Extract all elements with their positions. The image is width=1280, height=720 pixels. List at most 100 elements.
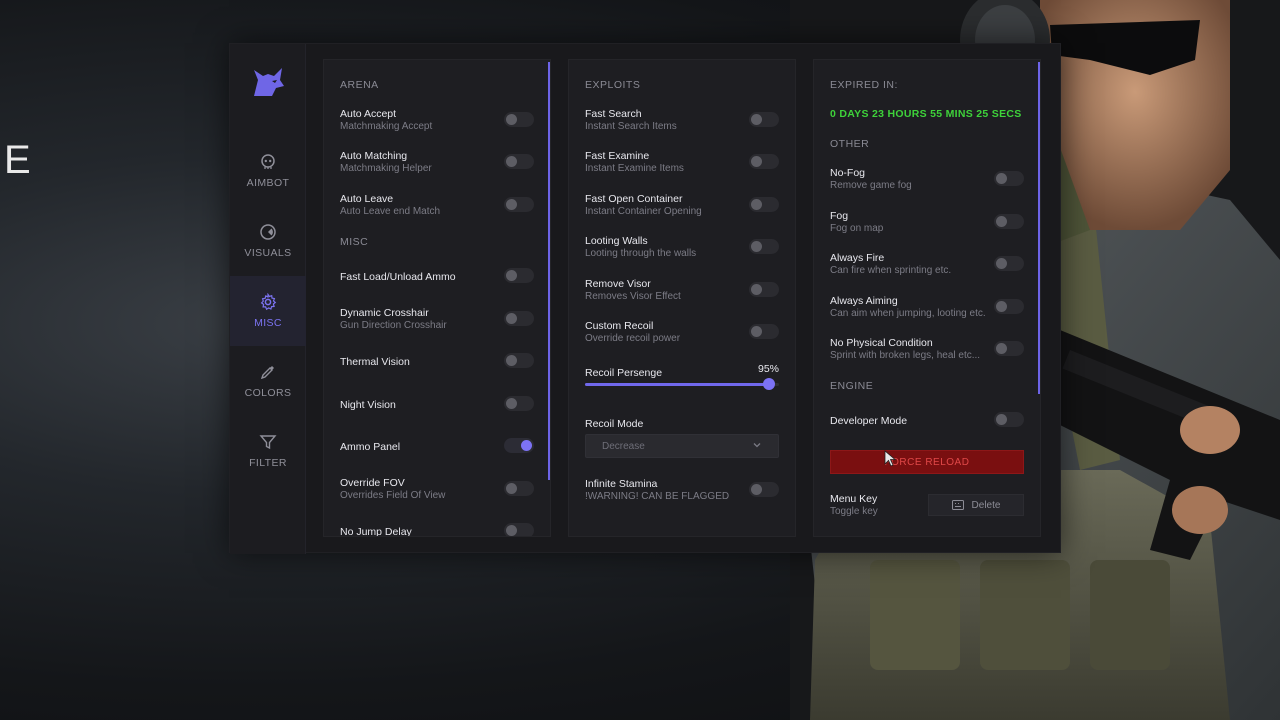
- toggle-always-fire[interactable]: [994, 256, 1024, 271]
- toggle-developer-mode[interactable]: [994, 412, 1024, 427]
- menu-key-button[interactable]: Delete: [928, 494, 1024, 516]
- toggle-knob: [506, 525, 517, 536]
- slider-track[interactable]: [585, 378, 779, 390]
- option-title: Override FOV: [340, 477, 405, 489]
- toggle-knob: [506, 483, 517, 494]
- toggle-knob: [751, 284, 762, 295]
- toggle-knob: [506, 114, 517, 125]
- slider-fill: [585, 383, 770, 386]
- toggle-night-vision[interactable]: [504, 396, 534, 411]
- option-no-jump-delay: No Jump Delay: [340, 519, 534, 537]
- toggle-fast-examine[interactable]: [749, 154, 779, 169]
- toggle-knob: [996, 258, 1007, 269]
- toggle-infinite-stamina[interactable]: [749, 482, 779, 497]
- option-title: No Jump Delay: [340, 526, 412, 537]
- toggle-no-fog[interactable]: [994, 171, 1024, 186]
- gear-icon: [260, 293, 277, 311]
- option-fast-load-ammo: Fast Load/Unload Ammo: [340, 264, 534, 294]
- option-custom-recoil: Custom Recoil Override recoil power: [585, 320, 779, 350]
- toggle-no-physical-condition[interactable]: [994, 341, 1024, 356]
- toggle-ammo-panel[interactable]: [504, 438, 534, 453]
- option-subtitle: Sprint with broken legs, heal etc...: [830, 350, 981, 361]
- toggle-looting-walls[interactable]: [749, 239, 779, 254]
- option-title: Auto Matching: [340, 150, 408, 162]
- toggle-knob: [751, 199, 762, 210]
- option-subtitle: Matchmaking Accept: [340, 121, 433, 132]
- option-subtitle: Instant Container Opening: [585, 206, 702, 217]
- toggle-knob: [506, 199, 517, 210]
- toggle-auto-accept[interactable]: [504, 112, 534, 127]
- toggle-always-aiming[interactable]: [994, 299, 1024, 314]
- recoil-mode-dropdown[interactable]: Decrease: [585, 434, 779, 458]
- toggle-knob: [996, 343, 1007, 354]
- option-subtitle: Overrides Field Of View: [340, 490, 446, 501]
- toggle-auto-leave[interactable]: [504, 197, 534, 212]
- skull-icon: [261, 154, 275, 169]
- nav-item-visuals[interactable]: VISUALS: [230, 206, 306, 276]
- option-subtitle: Removes Visor Effect: [585, 291, 681, 302]
- toggle-remove-visor[interactable]: [749, 282, 779, 297]
- nav-item-misc[interactable]: MISC: [230, 276, 306, 346]
- dropdown-value: Decrease: [602, 441, 645, 452]
- option-infinite-stamina: Infinite Stamina !WARNING! CAN BE FLAGGE…: [585, 478, 779, 508]
- sidebar: AIMBOT VISUALS MISC COLORS FILTER: [230, 44, 306, 554]
- toggle-knob: [751, 156, 762, 167]
- option-title: Dynamic Crosshair: [340, 307, 429, 319]
- toggle-knob: [996, 414, 1007, 425]
- toggle-thermal-vision[interactable]: [504, 353, 534, 368]
- option-fast-search: Fast Search Instant Search Items: [585, 108, 779, 138]
- toggle-knob: [751, 326, 762, 337]
- toggle-no-jump-delay[interactable]: [504, 523, 534, 536]
- toggle-fast-load-ammo[interactable]: [504, 268, 534, 283]
- option-developer-mode: Developer Mode: [830, 408, 1024, 438]
- expired-label: EXPIRED IN:: [830, 79, 898, 91]
- option-always-aiming: Always Aiming Can aim when jumping, loot…: [830, 295, 1024, 325]
- option-ammo-panel: Ammo Panel: [340, 434, 534, 464]
- arena-panel: ARENA Auto Accept Matchmaking Accept Aut…: [323, 59, 551, 537]
- toggle-knob: [506, 270, 517, 281]
- toggle-fast-open-container[interactable]: [749, 197, 779, 212]
- option-title: Custom Recoil: [585, 320, 654, 332]
- expiry-countdown: 0 DAYS 23 HOURS 55 MINS 25 SECS: [830, 108, 1022, 120]
- nav-label-visuals: VISUALS: [244, 247, 292, 259]
- toggle-fog[interactable]: [994, 214, 1024, 229]
- chevron-down-icon: [753, 443, 761, 448]
- slider-handle[interactable]: [763, 378, 776, 390]
- toggle-knob: [751, 241, 762, 252]
- force-reload-button[interactable]: FORCE RELOAD: [830, 450, 1024, 474]
- arena-scrollbar[interactable]: [548, 62, 550, 480]
- section-title-other: OTHER: [830, 138, 870, 150]
- option-subtitle: Looting through the walls: [585, 248, 697, 259]
- section-title-exploits: EXPLOITS: [585, 79, 641, 91]
- nav-item-filter[interactable]: FILTER: [230, 416, 306, 486]
- toggle-auto-matching[interactable]: [504, 154, 534, 169]
- nav-item-colors[interactable]: COLORS: [230, 346, 306, 416]
- toggle-custom-recoil[interactable]: [749, 324, 779, 339]
- option-subtitle: !WARNING! CAN BE FLAGGED: [585, 491, 730, 502]
- option-title: Fast Search: [585, 108, 642, 120]
- option-title: Always Aiming: [830, 295, 898, 307]
- option-always-fire: Always Fire Can fire when sprinting etc.: [830, 252, 1024, 282]
- option-title: Thermal Vision: [340, 356, 410, 368]
- menu-key-value: Delete: [971, 499, 1001, 511]
- option-fast-open-container: Fast Open Container Instant Container Op…: [585, 193, 779, 223]
- option-title: Night Vision: [340, 399, 396, 411]
- toggle-knob: [521, 440, 532, 451]
- toggle-knob: [751, 484, 762, 495]
- toggle-override-fov[interactable]: [504, 481, 534, 496]
- other-scrollbar[interactable]: [1038, 62, 1040, 394]
- toggle-dynamic-crosshair[interactable]: [504, 311, 534, 326]
- option-fog: Fog Fog on map: [830, 210, 1024, 240]
- option-title: Fast Load/Unload Ammo: [340, 271, 456, 283]
- nav-item-aimbot[interactable]: AIMBOT: [230, 136, 306, 206]
- toggle-knob: [996, 216, 1007, 227]
- section-title-arena: ARENA: [340, 79, 379, 91]
- option-remove-visor: Remove Visor Removes Visor Effect: [585, 278, 779, 308]
- option-subtitle: Remove game fog: [830, 180, 912, 191]
- nav-label-filter: FILTER: [249, 457, 287, 469]
- section-title-misc: MISC: [340, 236, 369, 248]
- filter-icon: [259, 435, 277, 450]
- toggle-fast-search[interactable]: [749, 112, 779, 127]
- toggle-knob: [506, 398, 517, 409]
- option-auto-matching: Auto Matching Matchmaking Helper: [340, 150, 534, 180]
